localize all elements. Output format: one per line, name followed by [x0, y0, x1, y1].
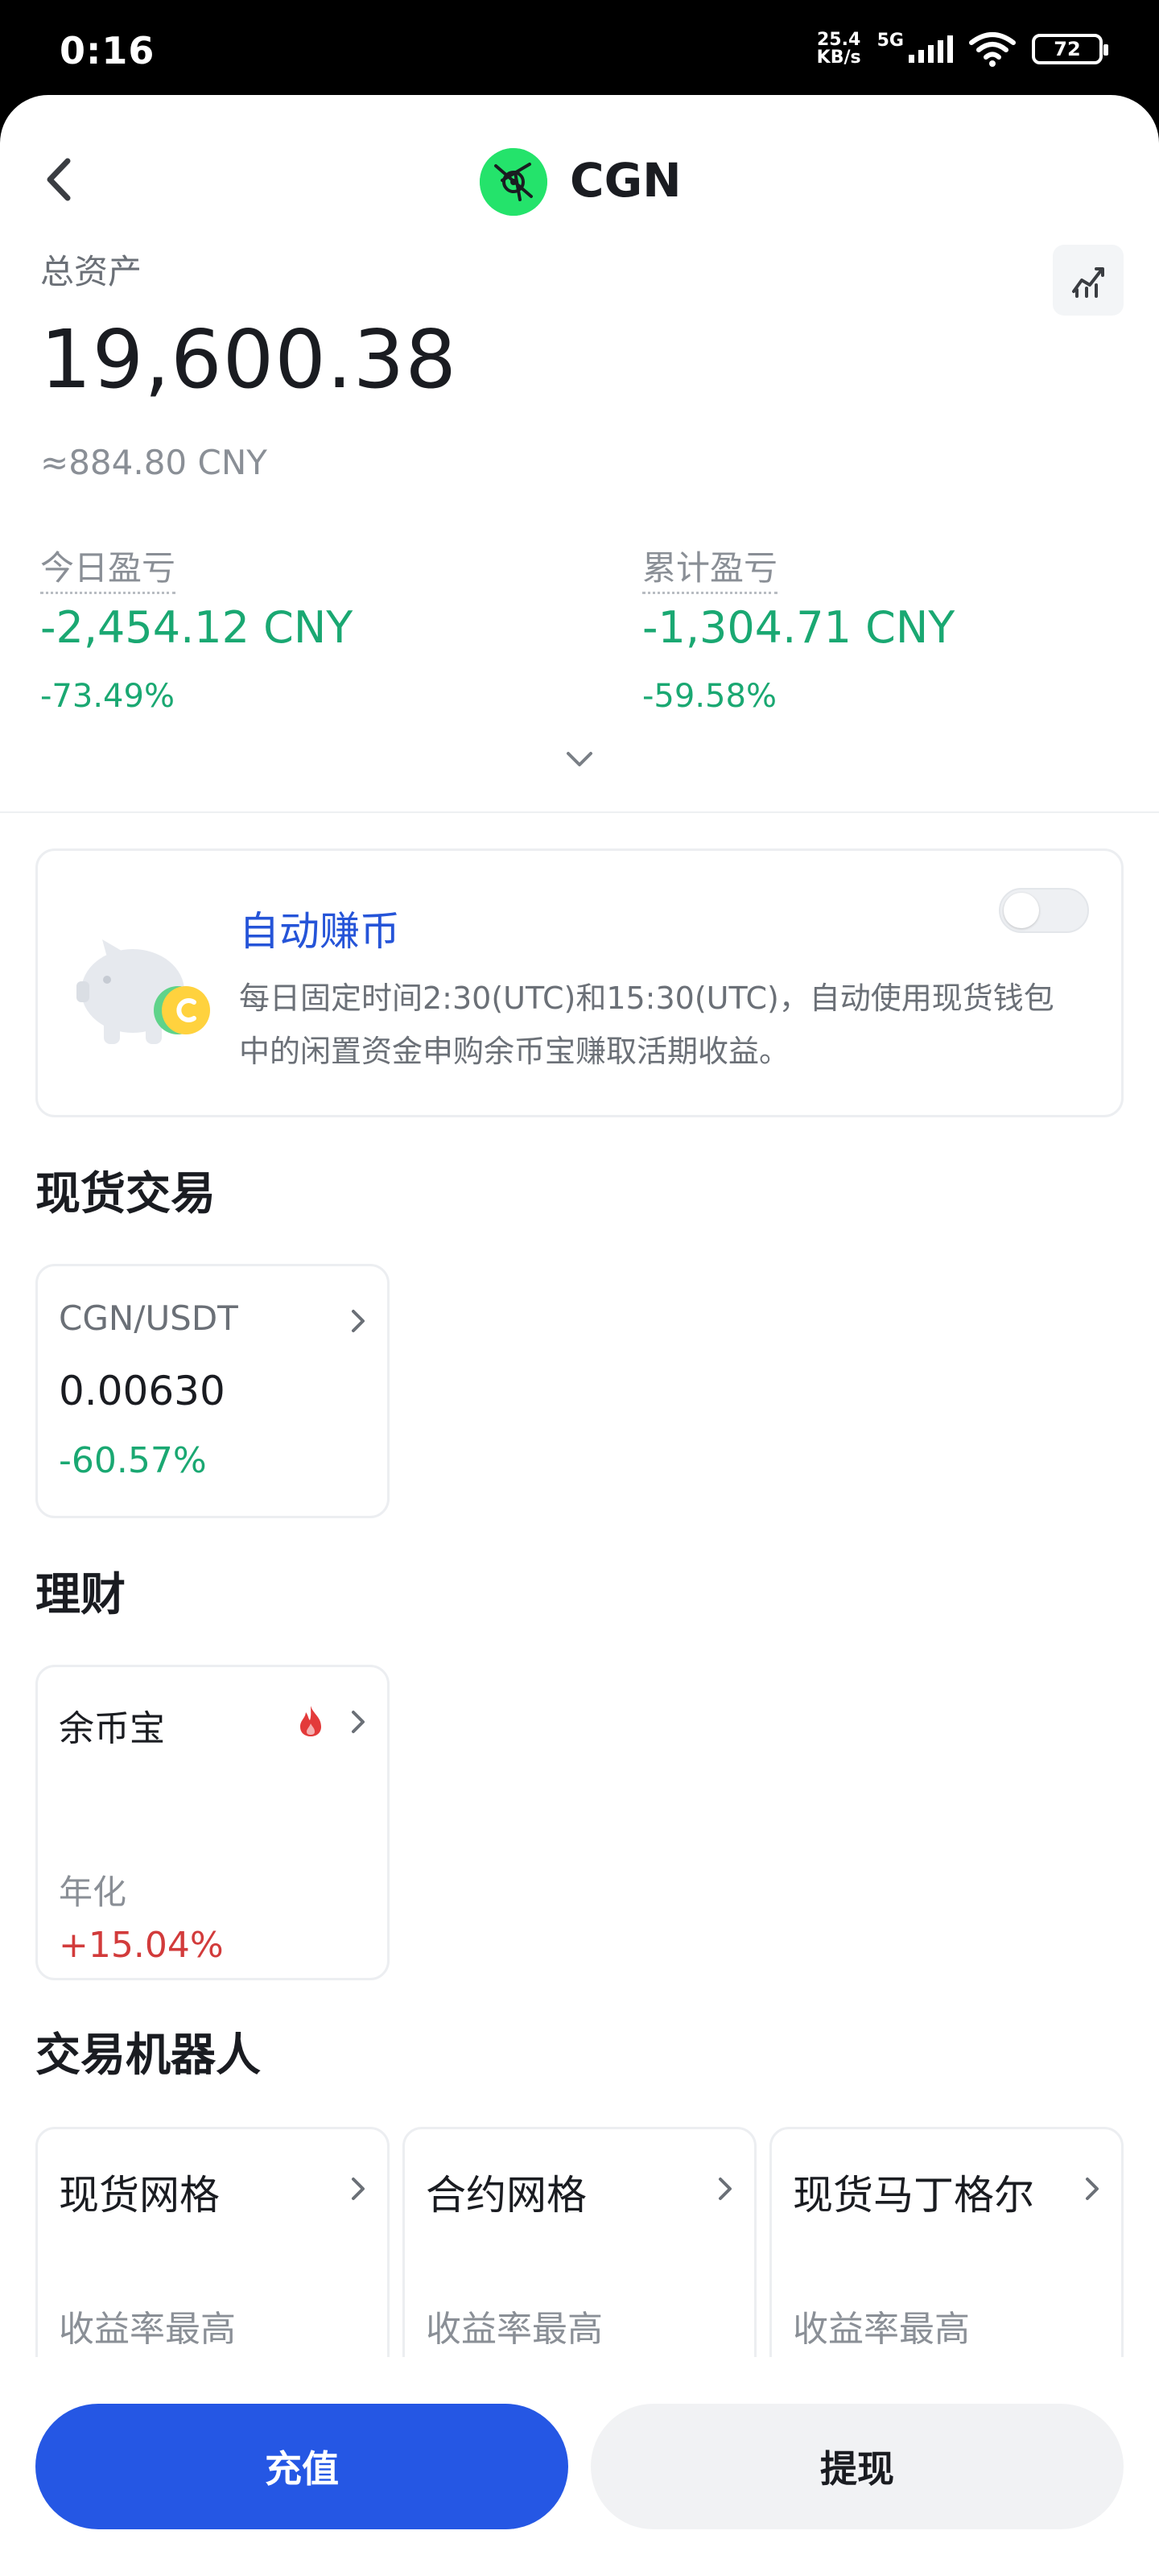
total-assets-label: 总资产 — [40, 252, 142, 291]
bot-name: 合约网格 — [426, 2172, 587, 2219]
flame-icon — [300, 1706, 321, 1736]
cumulative-pnl-value: -1,304.71 CNY — [642, 602, 955, 653]
cumulative-pnl-label[interactable]: 累计盈亏 — [642, 541, 778, 594]
finance-product-card[interactable]: 余币宝 年化 +15.04% — [35, 1665, 390, 1980]
net-speed: 25.4 KB/s — [817, 31, 861, 67]
battery-level: 72 — [1054, 37, 1081, 60]
auto-earn-description: 每日固定时间2:30(UTC)和15:30(UTC)，自动使用现货钱包中的闲置资… — [239, 980, 1054, 1069]
finance-rate-label: 年化 — [59, 1872, 127, 1912]
finance-product-name: 余币宝 — [59, 1708, 165, 1749]
today-pnl-percent: -73.49% — [40, 678, 175, 715]
finance-rate-value: +15.04% — [59, 1925, 224, 1966]
divider — [0, 811, 1159, 813]
net-speed-value: 25.4 — [817, 29, 861, 50]
spot-section-title: 现货交易 — [35, 1168, 216, 1220]
top-bar: CGN — [0, 119, 1159, 232]
auto-earn-title: 自动赚币 — [239, 908, 400, 955]
withdraw-button[interactable]: 提现 — [591, 2404, 1124, 2529]
status-icons: 25.4 KB/s 5G 72 — [817, 31, 1108, 67]
wifi-icon — [969, 31, 1016, 67]
chevron-right-icon — [352, 1711, 365, 1733]
pair-price: 0.00630 — [59, 1368, 225, 1414]
pair-name: CGN/USDT — [59, 1298, 238, 1338]
bot-name: 现货网格 — [59, 2172, 220, 2219]
chevron-right-icon — [352, 2178, 365, 2200]
chart-button[interactable] — [1053, 245, 1124, 316]
piggy-bank-icon — [76, 939, 210, 1044]
asset-detail-page: CGN 总资产 19,600.38 ≈884.80 CNY 今日盈亏 -2,45… — [0, 95, 1159, 2576]
spot-pair-card[interactable]: CGN/USDT 0.00630 -60.57% — [35, 1264, 390, 1518]
bot-subtitle: 收益率最高 — [793, 2309, 970, 2350]
deposit-button[interactable]: 充值 — [35, 2404, 568, 2529]
bot-subtitle: 收益率最高 — [59, 2309, 236, 2350]
total-assets-value: 19,600.38 — [40, 312, 457, 407]
battery-icon: 72 — [1032, 33, 1108, 64]
today-pnl-value: -2,454.12 CNY — [40, 602, 353, 653]
chevron-right-icon — [352, 1310, 365, 1332]
total-assets-cny: ≈884.80 CNY — [40, 443, 267, 482]
bots-section-title: 交易机器人 — [35, 2029, 261, 2082]
bottom-action-bar: 充值 提现 — [0, 2357, 1159, 2576]
status-time: 0:16 — [60, 29, 155, 72]
network-type: 5G — [876, 31, 904, 51]
back-arrow-icon[interactable] — [35, 151, 84, 208]
cgn-coin-icon — [480, 148, 547, 216]
chevron-right-icon — [1086, 2178, 1099, 2200]
status-bar: 0:16 25.4 KB/s 5G 72 — [0, 0, 1159, 98]
pair-change: -60.57% — [59, 1440, 207, 1481]
net-speed-unit: KB/s — [816, 47, 861, 68]
cumulative-pnl-percent: -59.58% — [642, 678, 777, 715]
chevron-right-icon — [719, 2178, 732, 2200]
today-pnl-label[interactable]: 今日盈亏 — [40, 541, 176, 594]
chart-icon — [1072, 267, 1104, 298]
coin-name: CGN — [570, 153, 682, 208]
auto-earn-toggle[interactable] — [999, 888, 1089, 933]
bot-name: 现货马丁格尔 — [793, 2172, 1034, 2219]
chevron-down-icon[interactable] — [555, 739, 604, 779]
signal-icon — [909, 35, 953, 63]
bot-subtitle: 收益率最高 — [426, 2309, 603, 2350]
auto-earn-card: 自动赚币 每日固定时间2:30(UTC)和15:30(UTC)，自动使用现货钱包… — [35, 848, 1124, 1117]
finance-section-title: 理财 — [35, 1569, 126, 1621]
